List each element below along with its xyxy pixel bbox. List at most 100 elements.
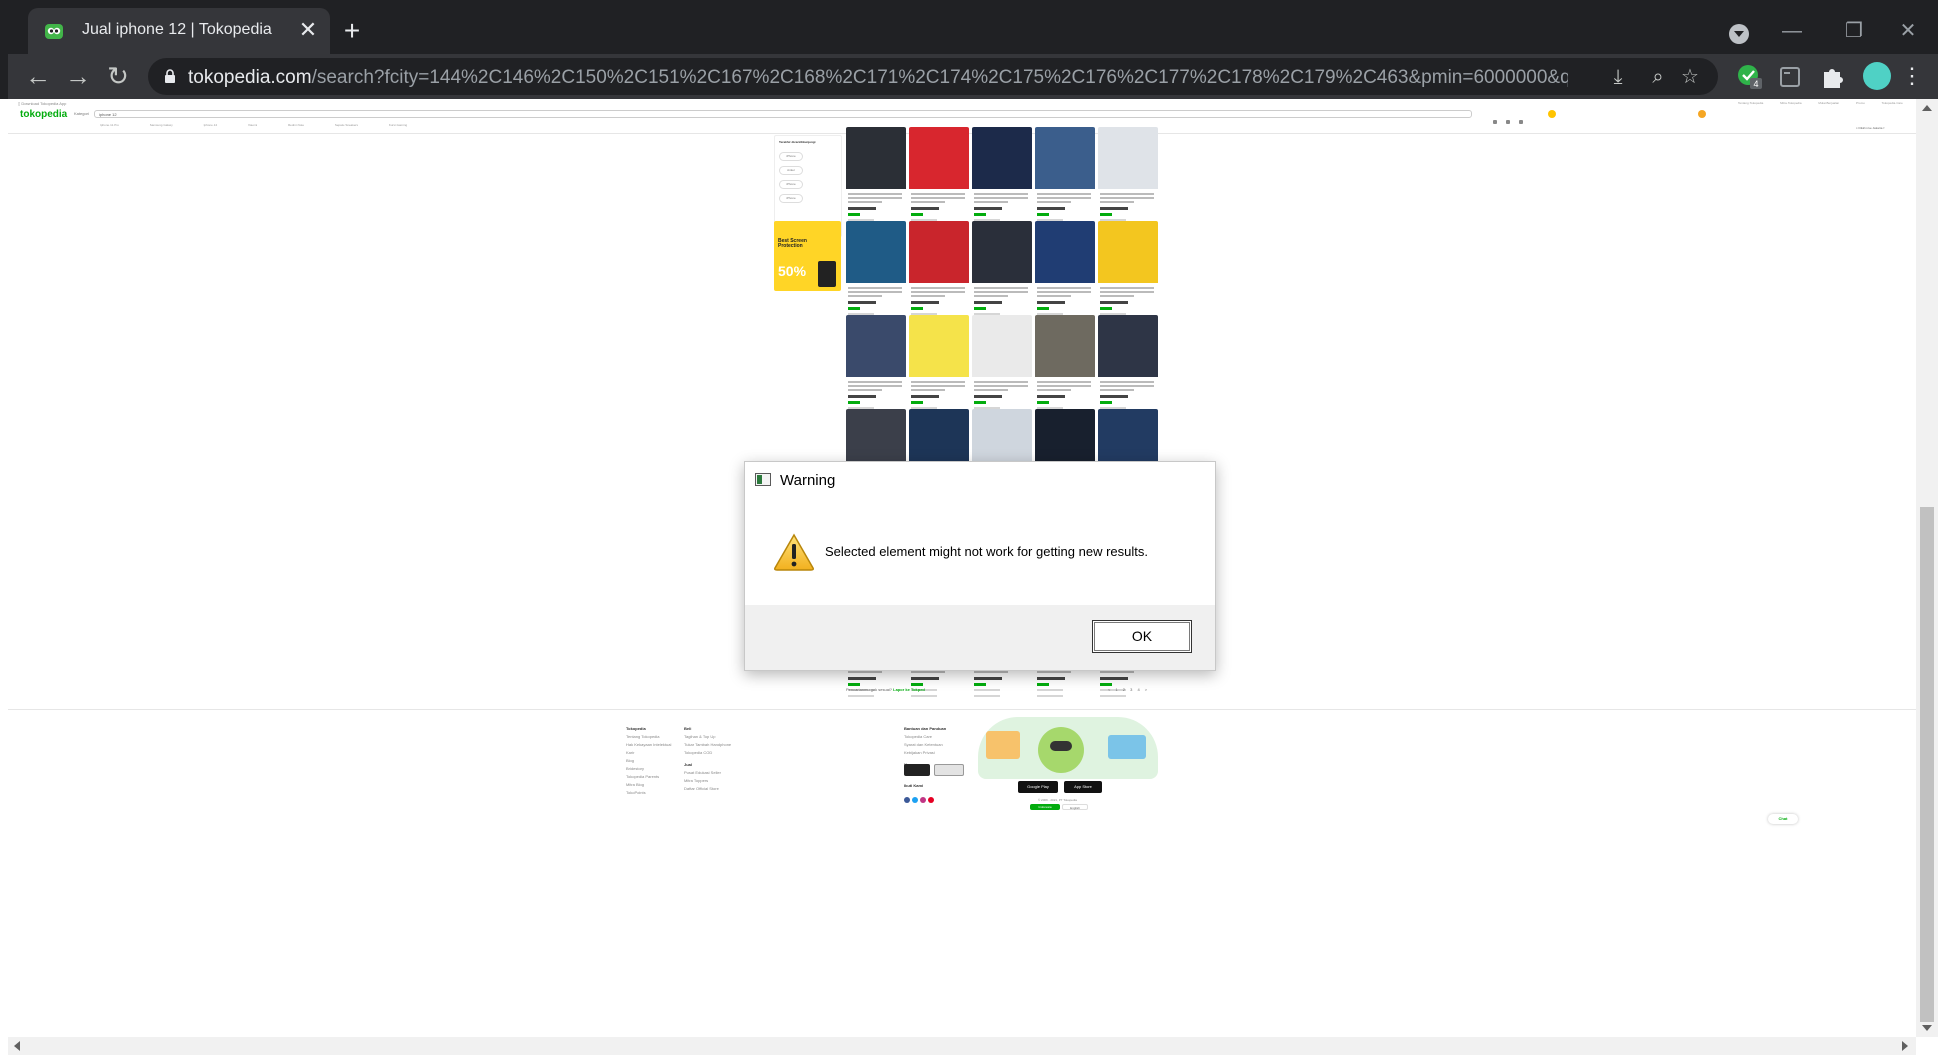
feedback-link[interactable]: Lapor ke Tokped <box>893 687 925 692</box>
filter-chip[interactable]: Anker <box>779 166 803 175</box>
footer-link[interactable]: Syarat dan Ketentuan <box>904 741 946 749</box>
footer-illustration <box>978 717 1158 779</box>
tab-search-icon[interactable] <box>1729 24 1749 44</box>
header-icons[interactable] <box>1493 111 1533 124</box>
shop-avatar[interactable] <box>1548 110 1556 118</box>
product-title-line <box>1037 671 1071 673</box>
filter-chip[interactable]: iPhone <box>779 194 803 203</box>
product-title-line <box>1100 193 1154 195</box>
bell-icon[interactable] <box>1506 120 1510 124</box>
browser-tab[interactable]: Jual iphone 12 | Tokopedia ✕ <box>28 8 330 54</box>
product-title-line <box>848 389 882 391</box>
user-avatar[interactable] <box>1698 110 1706 118</box>
footer-link[interactable]: Daftar Official Store <box>684 785 731 793</box>
footer-col3-title3-wrap: Ikuti Kami <box>904 782 923 790</box>
scroll-down-icon[interactable] <box>1922 1025 1932 1031</box>
vertical-scrollbar[interactable] <box>1916 99 1938 1037</box>
footer-link[interactable]: Bridestory <box>626 765 671 773</box>
google-play-badge[interactable]: Google Play <box>1018 781 1058 793</box>
browser-menu-icon[interactable]: ⋮ <box>1901 62 1923 90</box>
footer-link[interactable]: Mitra Toppers <box>684 777 731 785</box>
filter-chip[interactable]: iPhone <box>779 180 803 189</box>
promo-banner[interactable]: Best Screen Protection 50% <box>774 221 841 291</box>
tokopedia-favicon-icon <box>45 24 63 39</box>
extension-panel-icon[interactable] <box>1776 63 1804 91</box>
product-badge <box>974 213 986 216</box>
bookmark-star-icon[interactable]: ☆ <box>1678 65 1702 89</box>
footer-link[interactable]: Tagihan & Top Up <box>684 733 731 741</box>
category-menu[interactable]: Kategori <box>74 111 89 116</box>
footer-link[interactable]: Hak Kekayaan Intelektual <box>626 741 671 749</box>
extension-shield-icon[interactable]: 4 <box>1736 63 1764 91</box>
footer-link[interactable]: Pusat Edukasi Seller <box>684 769 731 777</box>
chat-button[interactable]: Chat <box>1768 814 1798 824</box>
footer-link[interactable]: Tokopedia Care <box>904 733 946 741</box>
app-store-badge[interactable]: App Store <box>1064 781 1102 793</box>
search-input[interactable]: iphone 12 <box>94 110 1472 118</box>
product-title-line <box>1037 381 1091 383</box>
product-title-line <box>1037 197 1091 199</box>
header-quick-links[interactable]: Iphone·11·Pro Samsung·Galaxy Iphone·12 X… <box>100 123 407 127</box>
back-icon[interactable]: ← <box>22 61 54 93</box>
footer-col-beli: Beli Tagihan & Top Up Tukar Tambah Handph… <box>684 725 731 793</box>
restore-icon[interactable]: ❐ <box>1834 16 1874 46</box>
dialog-titlebar[interactable]: Warning <box>745 462 1215 496</box>
product-badge <box>911 213 923 216</box>
instagram-icon[interactable] <box>920 797 926 803</box>
promo-phone-image <box>818 261 836 287</box>
product-meta-line <box>1037 695 1063 697</box>
tokopedia-logo[interactable]: tokopedia <box>20 109 67 120</box>
footer-link[interactable]: Tokopedia Parents <box>626 773 671 781</box>
horizontal-scrollbar[interactable] <box>8 1037 1916 1055</box>
footer-link[interactable]: Blog <box>626 757 671 765</box>
footer-link[interactable]: Karir <box>626 749 671 757</box>
ok-button[interactable]: OK <box>1092 620 1192 653</box>
zoom-icon[interactable]: ⌕ <box>1646 65 1670 89</box>
footer-link[interactable]: TokoPoints <box>626 789 671 797</box>
footer-col-tokopedia: Tokopedia Tentang Tokopedia Hak Kekayaan … <box>626 725 671 797</box>
reload-icon[interactable]: ↻ <box>102 61 134 93</box>
footer-link[interactable]: Tentang Tokopedia <box>626 733 671 741</box>
lang-indonesia[interactable]: Indonesia <box>1030 804 1060 810</box>
product-price-line <box>911 207 939 210</box>
scroll-right-icon[interactable] <box>1902 1041 1908 1051</box>
product-badge <box>848 307 860 310</box>
pinterest-icon[interactable] <box>928 797 934 803</box>
profile-avatar[interactable] <box>1863 62 1891 90</box>
ship-to-label[interactable]: ⌖ Dikirim ke Jakarta ▾ <box>1856 126 1884 130</box>
scroll-left-icon[interactable] <box>14 1041 20 1051</box>
install-icon[interactable]: ⤓ <box>1606 65 1630 89</box>
lang-english[interactable]: English <box>1062 804 1088 810</box>
mail-icon[interactable] <box>1519 120 1523 124</box>
footer-link[interactable]: Kebijakan Privasi <box>904 749 946 757</box>
feedback-text: Pencarianmu gak sesuai? <box>846 687 893 692</box>
product-price-line <box>848 677 876 680</box>
window-close-icon[interactable]: ✕ <box>1888 16 1928 46</box>
minimize-icon[interactable]: — <box>1772 16 1812 46</box>
pagination[interactable]: < 1 2 3 4 > <box>1108 687 1147 692</box>
facebook-icon[interactable] <box>904 797 910 803</box>
product-title-line <box>1100 671 1134 673</box>
twitter-icon[interactable] <box>912 797 918 803</box>
scrollbar-thumb[interactable] <box>1920 507 1934 1022</box>
cart-icon[interactable] <box>1493 120 1497 124</box>
extensions-puzzle-icon[interactable] <box>1818 63 1846 91</box>
product-price-line <box>848 301 876 304</box>
filter-chip[interactable]: iPhone <box>779 152 803 161</box>
new-tab-icon[interactable]: + <box>338 17 366 46</box>
footer-col2-title2: Jual <box>684 762 693 767</box>
product-meta-line <box>974 695 1000 697</box>
address-bar[interactable]: tokopedia.com/search?fcity=144%2C146%2C1… <box>148 58 1718 95</box>
scroll-up-icon[interactable] <box>1922 105 1932 111</box>
forward-icon[interactable]: → <box>62 61 94 93</box>
download-app-link[interactable]: ▯ Download Tokopedia App <box>18 101 66 106</box>
footer-link[interactable]: Tokopedia COD <box>684 749 731 757</box>
tab-close-icon[interactable]: ✕ <box>296 18 320 42</box>
search-feedback: Pencarianmu gak sesuai? Lapor ke Tokped <box>846 687 925 692</box>
product-title-line <box>911 295 945 297</box>
product-title-line <box>911 201 945 203</box>
footer-link[interactable]: Mitra Blog <box>626 781 671 789</box>
product-image <box>972 315 1032 377</box>
footer-link[interactable]: Tukar Tambah Handphone <box>684 741 731 749</box>
header-top-links[interactable]: Tentang·Tokopedia Mitra·Tokopedia Mulai·… <box>1738 101 1903 105</box>
